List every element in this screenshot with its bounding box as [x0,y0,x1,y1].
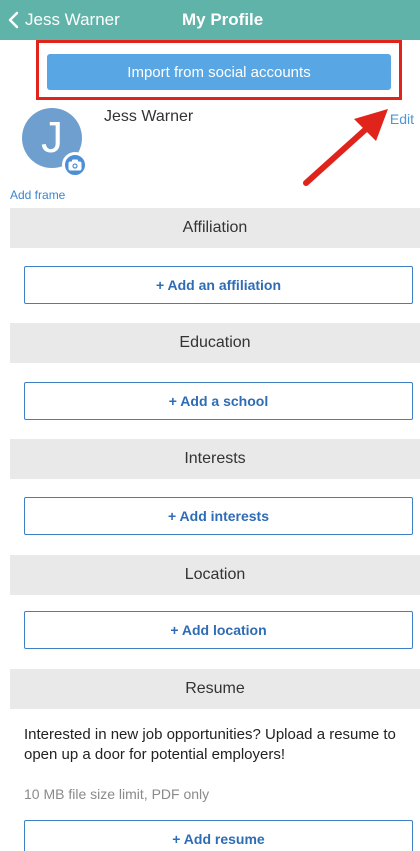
section-header-resume: Resume [10,669,420,709]
section-header-location: Location [10,555,420,595]
section-header-affiliation: Affiliation [10,208,420,248]
section-header-interests: Interests [10,439,420,479]
camera-icon [68,159,82,171]
import-social-button[interactable]: Import from social accounts [47,54,391,90]
camera-badge-button[interactable] [62,152,88,178]
back-label: Jess Warner [25,10,120,29]
add-interests-button[interactable]: + Add interests [24,497,413,535]
chevron-left-icon [8,11,19,29]
profile-name: Jess Warner [104,108,194,125]
red-arrow-icon [303,109,388,186]
resume-file-limit: 10 MB file size limit, PDF only [24,786,210,802]
add-resume-button[interactable]: + Add resume [24,820,413,851]
add-location-button[interactable]: + Add location [24,611,413,649]
resume-description: Interested in new job opportunities? Upl… [24,726,396,763]
back-button[interactable]: Jess Warner [8,0,120,40]
add-frame-link[interactable]: Add frame [10,188,65,202]
add-school-button[interactable]: + Add a school [24,382,413,420]
top-nav-bar: Jess Warner My Profile [0,0,420,40]
section-header-education: Education [10,323,420,363]
page-title: My Profile [182,10,264,29]
edit-link[interactable]: Edit [390,111,414,127]
add-affiliation-button[interactable]: + Add an affiliation [24,266,413,304]
